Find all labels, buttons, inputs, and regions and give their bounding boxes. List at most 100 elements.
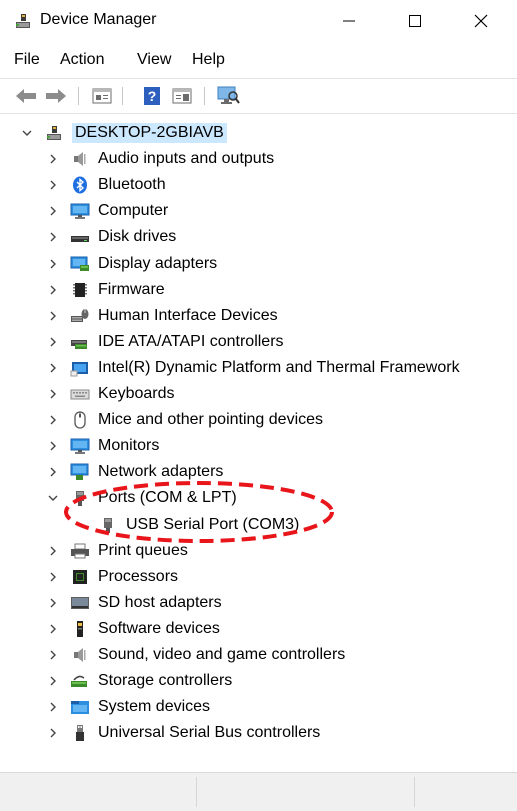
toolbar: ? <box>0 78 517 114</box>
menu-bar: File Action View Help <box>0 46 517 74</box>
back-icon <box>16 89 36 103</box>
chevron-right-icon[interactable] <box>46 648 60 662</box>
tree-item-label: Bluetooth <box>98 176 166 194</box>
tree-item-keyboards[interactable]: Keyboards <box>46 381 175 407</box>
tree-item-label: Display adapters <box>98 254 218 272</box>
minimize-button[interactable] <box>326 0 372 42</box>
tree-item-usb-serial-port-com3[interactable]: USB Serial Port (COM3) <box>74 512 299 538</box>
tree-item-label: System devices <box>98 698 211 716</box>
chevron-down-icon[interactable] <box>20 126 34 140</box>
printer-icon <box>70 541 90 561</box>
chevron-right-icon[interactable] <box>46 674 60 688</box>
chevron-right-icon[interactable] <box>46 622 60 636</box>
properties-icon <box>92 88 112 104</box>
mouse-icon <box>70 410 90 430</box>
tree-item-label: Audio inputs and outputs <box>98 150 275 168</box>
chevron-right-icon[interactable] <box>46 439 60 453</box>
chevron-right-icon[interactable] <box>46 309 60 323</box>
menu-view[interactable]: View <box>137 51 171 69</box>
chevron-right-icon[interactable] <box>46 413 60 427</box>
chevron-right-icon[interactable] <box>46 152 60 166</box>
tree-item-intel-r-dynamic-platform-and-thermal-framework[interactable]: Intel(R) Dynamic Platform and Thermal Fr… <box>46 355 460 381</box>
port-icon <box>70 488 90 508</box>
tree-item-print-queues[interactable]: Print queues <box>46 538 188 564</box>
monitor-icon <box>70 201 90 221</box>
tree-item-label: USB Serial Port (COM3) <box>126 515 300 533</box>
chevron-right-icon[interactable] <box>46 178 60 192</box>
tree-item-human-interface-devices[interactable]: Human Interface Devices <box>46 303 278 329</box>
tree-item-label: SD host adapters <box>98 593 222 611</box>
tree-item-label: Human Interface Devices <box>98 306 278 324</box>
help-button[interactable]: ? <box>140 85 164 107</box>
tree-item-firmware[interactable]: Firmware <box>46 277 165 303</box>
toolbar-separator <box>204 87 205 105</box>
chevron-right-icon[interactable] <box>46 387 60 401</box>
computer-name: DESKTOP-2GBIAVB <box>72 123 227 143</box>
tree-item-universal-serial-bus-controllers[interactable]: Universal Serial Bus controllers <box>46 720 320 746</box>
tree-item-label: Keyboards <box>98 385 175 402</box>
keyboard-icon <box>70 384 90 404</box>
sd-host-icon <box>70 593 90 613</box>
tree-item-ide-ata-atapi-controllers[interactable]: IDE ATA/ATAPI controllers <box>46 329 284 355</box>
menu-action[interactable]: Action <box>60 51 104 69</box>
chevron-right-icon[interactable] <box>46 204 60 218</box>
scan-hardware-icon <box>217 86 240 104</box>
menu-file[interactable]: File <box>14 51 40 69</box>
tree-item-label: Print queues <box>98 541 188 559</box>
tree-item-label: Computer <box>98 202 169 220</box>
status-divider <box>196 777 197 807</box>
tree-item-label: Sound, video and game controllers <box>98 646 346 663</box>
properties-button[interactable] <box>90 85 114 107</box>
tree-item-label: Firmware <box>98 280 165 298</box>
firmware-chip-icon <box>70 280 90 300</box>
close-button[interactable] <box>458 0 504 42</box>
tree-item-audio-inputs-and-outputs[interactable]: Audio inputs and outputs <box>46 146 274 172</box>
tree-item-storage-controllers[interactable]: Storage controllers <box>46 668 232 694</box>
tree-item-processors[interactable]: Processors <box>46 564 178 590</box>
chevron-right-icon[interactable] <box>46 544 60 558</box>
chevron-right-icon[interactable] <box>46 257 60 271</box>
tree-item-label: Monitors <box>98 437 160 455</box>
chevron-right-icon[interactable] <box>46 335 60 349</box>
forward-button[interactable] <box>44 85 68 107</box>
tree-item-sd-host-adapters[interactable]: SD host adapters <box>46 590 222 616</box>
tree-item-display-adapters[interactable]: Display adapters <box>46 251 217 277</box>
tree-item-monitors[interactable]: Monitors <box>46 433 159 459</box>
chevron-right-icon[interactable] <box>46 700 60 714</box>
chevron-right-icon[interactable] <box>46 570 60 584</box>
computer-root-icon <box>44 123 64 143</box>
chevron-right-icon[interactable] <box>46 230 60 244</box>
chevron-right-icon[interactable] <box>46 361 60 375</box>
tree-item-computer[interactable]: Computer <box>46 198 168 224</box>
chevron-right-icon[interactable] <box>46 726 60 740</box>
tree-item-software-devices[interactable]: Software devices <box>46 616 220 642</box>
menu-help[interactable]: Help <box>192 51 225 69</box>
maximize-button[interactable] <box>392 0 438 42</box>
tree-item-mice-and-other-pointing-devices[interactable]: Mice and other pointing devices <box>46 407 323 433</box>
tree-item-ports-com-lpt[interactable]: Ports (COM & LPT) <box>46 485 237 511</box>
tree-item-bluetooth[interactable]: Bluetooth <box>46 172 166 198</box>
tree-item-label: Software devices <box>98 619 220 637</box>
scan-hardware-button[interactable] <box>216 85 240 107</box>
show-hidden-button[interactable] <box>170 85 194 107</box>
tree-item-label: Network adapters <box>98 463 224 481</box>
tree-item-system-devices[interactable]: System devices <box>46 694 210 720</box>
tree-item-sound-video-and-game-controllers[interactable]: Sound, video and game controllers <box>46 642 345 668</box>
status-bar <box>0 772 517 811</box>
monitor-icon <box>70 436 90 456</box>
toolbar-separator <box>122 87 123 105</box>
back-button[interactable] <box>14 85 38 107</box>
usb-icon <box>70 723 90 743</box>
tree-item-label: Disk drives <box>98 228 177 246</box>
chevron-right-icon[interactable] <box>46 465 60 479</box>
speaker-icon <box>70 149 90 169</box>
chevron-right-icon[interactable] <box>46 596 60 610</box>
tree-item-label: Universal Serial Bus controllers <box>98 724 321 742</box>
tree-root[interactable]: DESKTOP-2GBIAVB <box>20 120 227 146</box>
tree-item-network-adapters[interactable]: Network adapters <box>46 459 223 485</box>
speaker-icon <box>70 645 90 665</box>
chevron-right-icon[interactable] <box>46 283 60 297</box>
tree-item-disk-drives[interactable]: Disk drives <box>46 224 176 250</box>
chevron-down-icon[interactable] <box>46 491 60 505</box>
